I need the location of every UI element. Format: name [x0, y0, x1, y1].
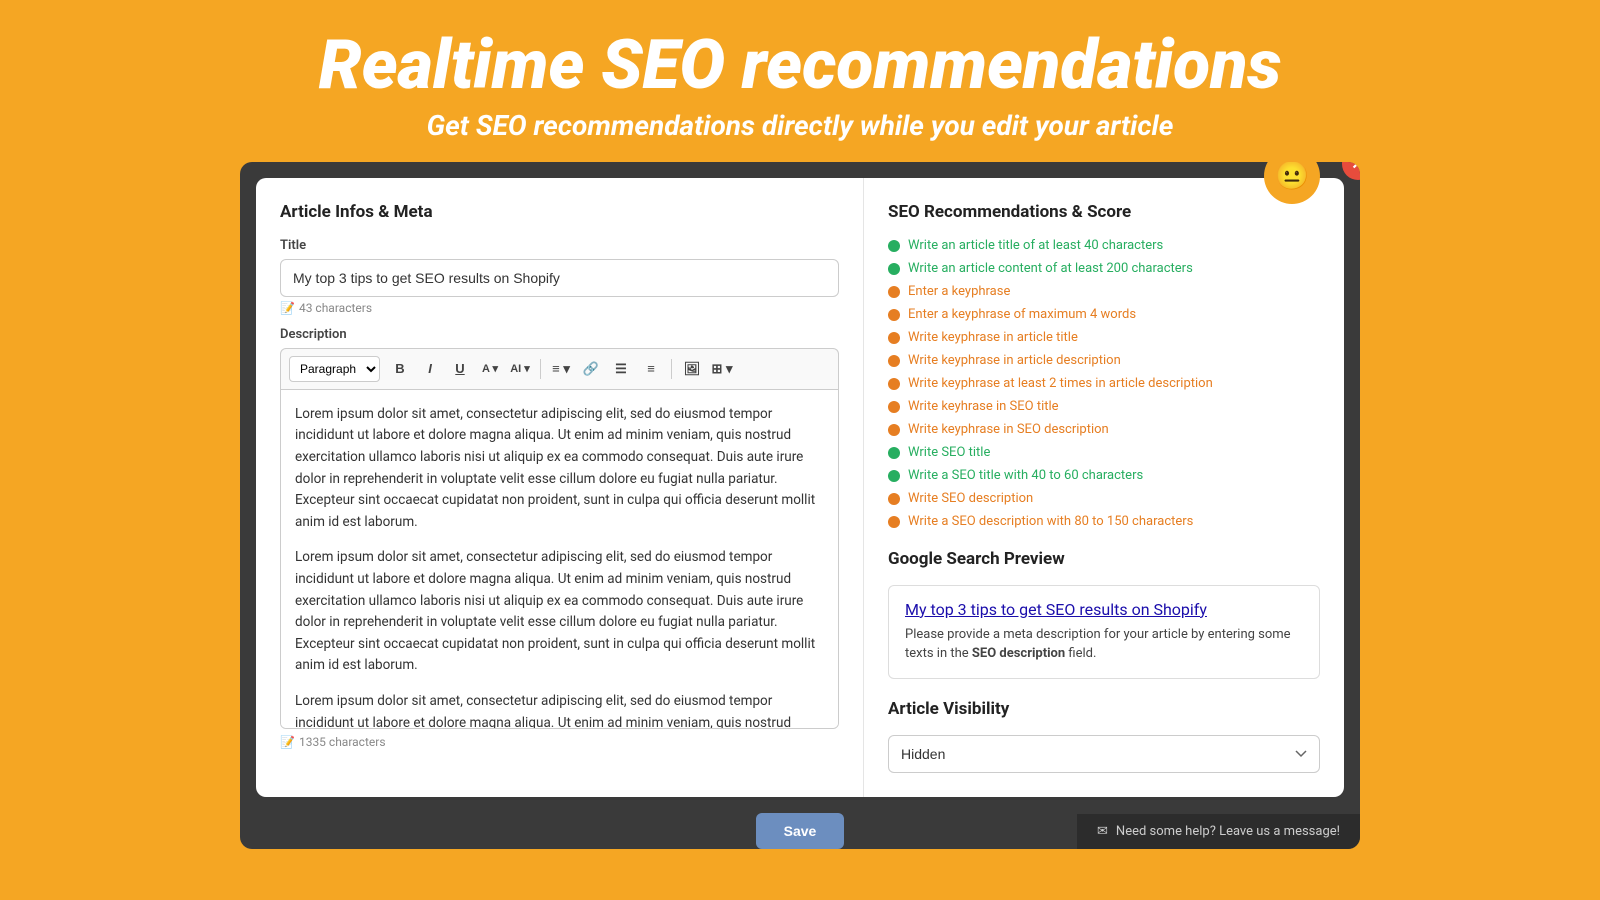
- description-label: Description: [280, 327, 839, 342]
- search-preview-section: Google Search Preview My top 3 tips to g…: [888, 549, 1320, 679]
- seo-recommendations-list: Write an article title of at least 40 ch…: [888, 238, 1320, 529]
- modal-inner: Article Infos & Meta Title 📝 43 characte…: [256, 178, 1344, 797]
- content-para-2: Lorem ipsum dolor sit amet, consectetur …: [295, 547, 824, 677]
- seo-dot-orange: [888, 493, 900, 505]
- title-char-count: 📝 43 characters: [280, 301, 839, 315]
- italic-button[interactable]: I: [416, 355, 444, 383]
- underline-button[interactable]: U: [446, 355, 474, 383]
- save-button[interactable]: Save: [756, 813, 845, 849]
- editor-content[interactable]: Lorem ipsum dolor sit amet, consectetur …: [280, 389, 839, 729]
- seo-item: Write a SEO title with 40 to 60 characte…: [888, 468, 1320, 483]
- seo-item: Write an article title of at least 40 ch…: [888, 238, 1320, 253]
- seo-panel-title: SEO Recommendations & Score: [888, 202, 1320, 222]
- seo-dot-orange: [888, 424, 900, 436]
- left-panel-title: Article Infos & Meta: [280, 202, 839, 222]
- image-button[interactable]: 🖼: [678, 355, 706, 383]
- bullet-button[interactable]: ☰: [607, 355, 635, 383]
- content-para-1: Lorem ipsum dolor sit amet, consectetur …: [295, 404, 824, 534]
- seo-item-text: Enter a keyphrase: [908, 284, 1010, 299]
- seo-dot-orange: [888, 378, 900, 390]
- seo-item-text: Write a SEO description with 80 to 150 c…: [908, 514, 1193, 529]
- seo-item-text: Write keyhrase in SEO title: [908, 399, 1059, 414]
- envelope-icon: ✉: [1097, 824, 1108, 839]
- seo-dot-orange: [888, 355, 900, 367]
- left-panel: Article Infos & Meta Title 📝 43 characte…: [256, 178, 864, 797]
- title-label: Title: [280, 238, 839, 253]
- toolbar-divider-1: [540, 359, 541, 379]
- title-input[interactable]: [280, 259, 839, 297]
- modal-container: ✕ 😐 Article Infos & Meta Title 📝 43 char…: [240, 162, 1360, 849]
- seo-item: Write keyphrase in SEO description: [888, 422, 1320, 437]
- seo-dot-orange: [888, 401, 900, 413]
- ai-button[interactable]: AI ▾: [506, 355, 534, 383]
- seo-item-text: Write keyphrase at least 2 times in arti…: [908, 376, 1213, 391]
- bold-button[interactable]: B: [386, 355, 414, 383]
- seo-dot-orange: [888, 286, 900, 298]
- seo-item: Write SEO description: [888, 491, 1320, 506]
- preview-description: Please provide a meta description for yo…: [905, 625, 1303, 664]
- seo-item-text: Write an article title of at least 40 ch…: [908, 238, 1163, 253]
- visibility-select[interactable]: HiddenVisible: [888, 735, 1320, 773]
- close-button[interactable]: ✕: [1342, 162, 1360, 180]
- seo-dot-orange: [888, 309, 900, 321]
- seo-item: Enter a keyphrase of maximum 4 words: [888, 307, 1320, 322]
- ordered-button[interactable]: ≡: [637, 355, 665, 383]
- modal-wrapper: ✕ 😐 Article Infos & Meta Title 📝 43 char…: [240, 162, 1360, 849]
- link-button[interactable]: 🔗: [577, 355, 605, 383]
- seo-dot-green: [888, 263, 900, 275]
- seo-item-text: Write keyphrase in SEO description: [908, 422, 1109, 437]
- paragraph-select[interactable]: Paragraph: [289, 356, 380, 382]
- seo-item: Write a SEO description with 80 to 150 c…: [888, 514, 1320, 529]
- right-panel: SEO Recommendations & Score Write an art…: [864, 178, 1344, 797]
- seo-item-text: Enter a keyphrase of maximum 4 words: [908, 307, 1136, 322]
- seo-item: Write keyphrase at least 2 times in arti…: [888, 376, 1320, 391]
- editor-toolbar: Paragraph B I U A ▾ AI ▾ ≡ ▾ 🔗 ☰ ≡ 🖼 ⊞ ▾: [280, 348, 839, 389]
- preview-link-title: My top 3 tips to get SEO results on Shop…: [905, 600, 1303, 619]
- seo-item-text: Write an article content of at least 200…: [908, 261, 1193, 276]
- seo-item: Write keyphrase in article description: [888, 353, 1320, 368]
- seo-item-text: Write a SEO title with 40 to 60 characte…: [908, 468, 1143, 483]
- visibility-title: Article Visibility: [888, 699, 1320, 719]
- table-button[interactable]: ⊞ ▾: [708, 355, 736, 383]
- seo-item-text: Write keyphrase in article title: [908, 330, 1078, 345]
- seo-dot-green: [888, 470, 900, 482]
- seo-item-text: Write SEO description: [908, 491, 1033, 506]
- search-preview-box: My top 3 tips to get SEO results on Shop…: [888, 585, 1320, 679]
- seo-dot-green: [888, 240, 900, 252]
- seo-item-text: Write keyphrase in article description: [908, 353, 1121, 368]
- toolbar-divider-2: [671, 359, 672, 379]
- seo-item: Write SEO title: [888, 445, 1320, 460]
- bottom-bar: ✉ Need some help? Leave us a message!: [1077, 814, 1360, 849]
- text-color-button[interactable]: A ▾: [476, 355, 504, 383]
- content-char-count: 📝 1335 characters: [280, 735, 839, 749]
- seo-dot-orange: [888, 516, 900, 528]
- seo-item: Write keyhrase in SEO title: [888, 399, 1320, 414]
- visibility-section: Article Visibility HiddenVisible: [888, 699, 1320, 773]
- content-para-3: Lorem ipsum dolor sit amet, consectetur …: [295, 691, 824, 729]
- seo-dot-green: [888, 447, 900, 459]
- page-title: Realtime SEO recommendations: [20, 28, 1580, 103]
- help-text: Need some help? Leave us a message!: [1116, 824, 1340, 839]
- seo-item: Write an article content of at least 200…: [888, 261, 1320, 276]
- google-preview-title: Google Search Preview: [888, 549, 1320, 569]
- seo-dot-orange: [888, 332, 900, 344]
- align-button[interactable]: ≡ ▾: [547, 355, 575, 383]
- header-section: Realtime SEO recommendations Get SEO rec…: [0, 0, 1600, 162]
- page-subtitle: Get SEO recommendations directly while y…: [20, 109, 1580, 142]
- seo-item: Enter a keyphrase: [888, 284, 1320, 299]
- seo-item: Write keyphrase in article title: [888, 330, 1320, 345]
- seo-item-text: Write SEO title: [908, 445, 990, 460]
